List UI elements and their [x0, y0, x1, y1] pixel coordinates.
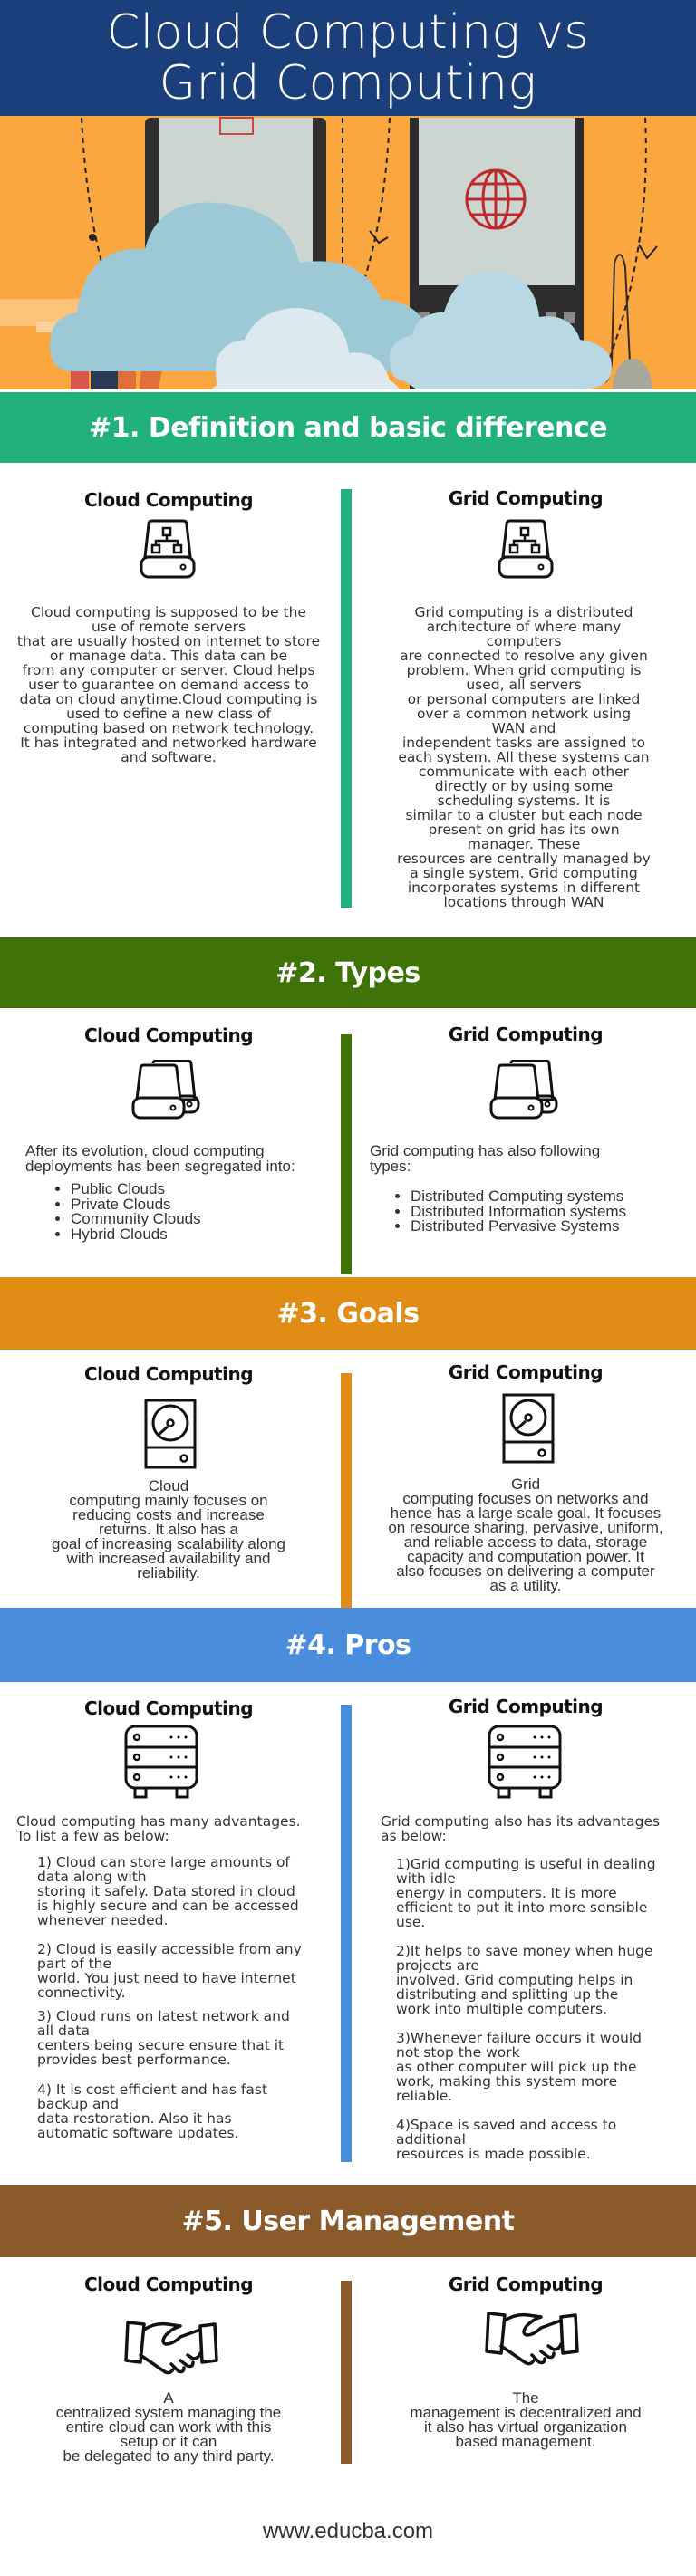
column-title-cloud: Cloud Computing	[83, 1024, 254, 1046]
pipe-decor	[71, 371, 89, 389]
hard-disk-icon	[144, 1399, 197, 1469]
section-heading: #1. Definition and basic difference	[88, 411, 608, 444]
types-cloud-list: Public Clouds Private Clouds Community C…	[71, 1181, 306, 1243]
types-cloud-intro: After its evolution, cloud computing dep…	[25, 1142, 295, 1175]
hero-title-line2: Grid Computing	[159, 56, 537, 111]
pros-cloud-intro: Cloud computing has many advantages. To …	[16, 1813, 301, 1844]
section-header-pros: #4. Pros	[0, 1608, 696, 1682]
column-title-cloud: Cloud Computing	[83, 1697, 254, 1719]
infographic-page: Cloud Computing vs Grid Computing #1. De…	[0, 0, 696, 2576]
pros-cloud-item: 2) Cloud is easily accessible from any p…	[37, 1941, 302, 2001]
column-divider	[341, 1034, 352, 1274]
column-title-grid: Grid Computing	[448, 487, 604, 509]
pros-grid-item: 4)Space is saved and access to additiona…	[396, 2117, 617, 2162]
column-title-cloud: Cloud Computing	[83, 489, 254, 511]
column-divider	[341, 2281, 352, 2464]
hero-title-line1: Cloud Computing vs	[106, 5, 590, 60]
globe-icon	[465, 168, 527, 230]
column-title-cloud: Cloud Computing	[83, 1363, 254, 1385]
definition-grid-text: Grid computing is a distributed architec…	[397, 604, 651, 910]
pros-grid-item: 2)It helps to save money when huge proje…	[396, 1943, 653, 2017]
dashed-arrow	[362, 117, 391, 286]
pros-grid-intro: Grid computing also has its advantages a…	[381, 1813, 661, 1844]
section-heading: #2. Types	[276, 956, 420, 989]
goals-grid-text: Grid computing focuses on networks and h…	[388, 1475, 663, 1594]
network-drive-icon	[140, 519, 196, 579]
user-management-grid-text: The management is decentralized and it a…	[410, 2389, 642, 2450]
pros-grid-item: 3)Whenever failure occurs it would not s…	[396, 2030, 643, 2104]
pros-grid-item: 1)Grid computing is useful in dealing wi…	[396, 1856, 656, 1930]
column-title-grid: Grid Computing	[448, 1024, 604, 1045]
hard-drives-icon	[489, 1060, 558, 1120]
hero-banner: Cloud Computing vs Grid Computing	[0, 0, 696, 389]
footer-url[interactable]: www.educba.com	[0, 2519, 696, 2544]
section-header-definition: #1. Definition and basic difference	[0, 392, 696, 463]
column-title-grid: Grid Computing	[448, 1696, 604, 1717]
column-title-cloud: Cloud Computing	[83, 2273, 254, 2295]
user-management-cloud-text: A centralized system managing the entire…	[55, 2389, 282, 2465]
handshake-icon	[485, 2312, 579, 2366]
column-title-grid: Grid Computing	[448, 1361, 604, 1383]
types-grid-list: Distributed Computing systems Distribute…	[411, 1188, 682, 1235]
pros-cloud-item: 1) Cloud can store large amounts of data…	[37, 1854, 299, 1928]
section-heading: #5. User Management	[181, 2205, 515, 2237]
network-drive-icon	[498, 519, 554, 579]
column-divider	[341, 1705, 352, 2162]
hard-drives-icon	[131, 1060, 200, 1120]
definition-cloud-text: Cloud computing is supposed to be the us…	[16, 604, 321, 765]
types-grid-intro: Grid computing has also following types:	[370, 1142, 601, 1175]
pros-cloud-item: 3) Cloud runs on latest network and all …	[37, 2008, 290, 2068]
section-header-goals: #3. Goals	[0, 1277, 696, 1350]
section-heading: #3. Goals	[276, 1297, 420, 1330]
list-item: Hybrid Clouds	[71, 1226, 306, 1243]
pros-cloud-item: 4) It is cost efficient and has fast bac…	[37, 2081, 268, 2141]
section-header-user-management: #5. User Management	[0, 2185, 696, 2257]
section-heading: #4. Pros	[285, 1629, 411, 1661]
list-item: Distributed Pervasive Systems	[411, 1218, 682, 1235]
dashed-arrow	[81, 117, 105, 273]
handshake-icon	[124, 2321, 218, 2375]
mouse-device	[613, 359, 652, 389]
hard-disk-icon	[502, 1393, 555, 1464]
section-header-types: #2. Types	[0, 937, 696, 1008]
column-divider	[341, 1373, 352, 1609]
hero-title-band: Cloud Computing vs Grid Computing	[0, 0, 696, 116]
goals-cloud-text: Cloud computing mainly focuses on reduci…	[52, 1477, 285, 1581]
column-divider	[341, 489, 352, 908]
column-title-grid: Grid Computing	[448, 2273, 604, 2295]
server-rack-icon	[488, 1725, 562, 1799]
server-rack-icon	[124, 1725, 198, 1799]
